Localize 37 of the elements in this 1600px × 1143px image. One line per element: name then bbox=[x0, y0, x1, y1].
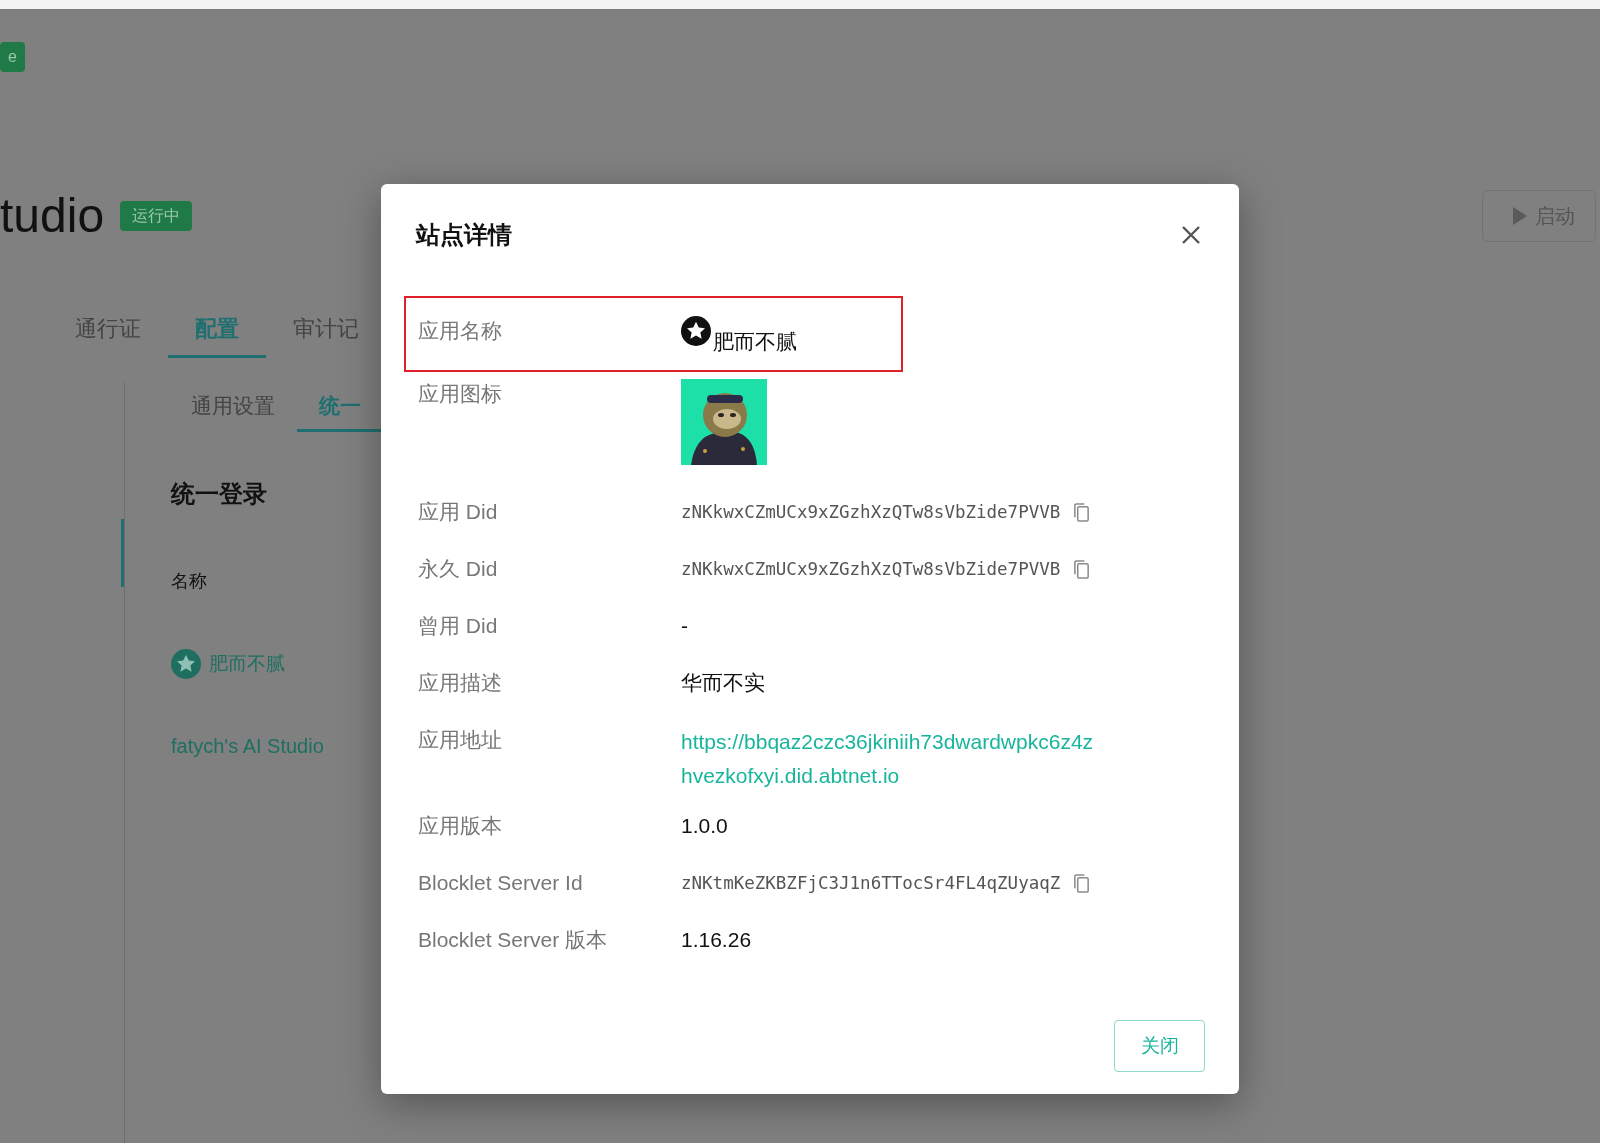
field-label: 永久 Did bbox=[418, 556, 499, 582]
tab[interactable]: 审计记 bbox=[266, 302, 386, 358]
copy-icon[interactable] bbox=[1072, 501, 1092, 523]
copy-icon[interactable] bbox=[1072, 558, 1092, 580]
app-name: 肥而不腻 bbox=[209, 651, 285, 676]
did-value: zNKtmKeZKBZFjC3J1n6TTocSr4FL4qZUyaqZ bbox=[681, 872, 1061, 895]
status-badge: 运行中 bbox=[120, 201, 193, 231]
field-label: 曾用 Did bbox=[418, 613, 499, 639]
field-value: 1.16.26 bbox=[681, 927, 752, 953]
close-icon[interactable] bbox=[1181, 225, 1201, 245]
tab[interactable]: 通用设置 bbox=[169, 382, 297, 432]
play-icon bbox=[1513, 207, 1527, 225]
did-value: zNKkwxCZmUCx9xZGzhXzQTw8sVbZide7PVVB bbox=[681, 558, 1061, 581]
copy-icon[interactable] bbox=[1072, 872, 1092, 894]
app-name-value: 肥而不腻 bbox=[713, 329, 797, 355]
close-button[interactable]: 关闭 bbox=[1114, 1020, 1205, 1072]
field-label: 名称 bbox=[171, 570, 208, 593]
field-label: 应用名称 bbox=[418, 318, 503, 344]
tab[interactable]: 配置 bbox=[168, 302, 266, 358]
app-url-link[interactable]: https://bbqaz2czc36jkiniih73dwardwpkc6z4zhvezkofxyi.did.abtnet.io bbox=[681, 725, 1103, 793]
field-label: Blocklet Server 版本 bbox=[418, 927, 609, 953]
field-value: 华而不实 bbox=[681, 670, 765, 696]
field-value: - bbox=[681, 613, 688, 639]
field-label: 应用图标 bbox=[418, 381, 503, 407]
field-label: 应用 Did bbox=[418, 499, 499, 525]
tab[interactable]: 通行证 bbox=[48, 302, 168, 358]
field-label: 应用版本 bbox=[418, 813, 503, 839]
page-title: tudio bbox=[0, 192, 105, 240]
field-label: 应用地址 bbox=[418, 727, 503, 753]
section-title: 统一登录 bbox=[171, 479, 268, 509]
did-value: zNKkwxCZmUCx9xZGzhXzQTw8sVbZide7PVVB bbox=[681, 501, 1061, 524]
dialog-title: 站点详情 bbox=[416, 220, 512, 250]
status-badge: e bbox=[0, 42, 25, 72]
field-label: 应用描述 bbox=[418, 670, 503, 696]
app-title: fatych's AI Studio bbox=[171, 734, 325, 759]
field-label: Blocklet Server Id bbox=[418, 870, 584, 896]
field-value: 1.0.0 bbox=[681, 813, 728, 839]
